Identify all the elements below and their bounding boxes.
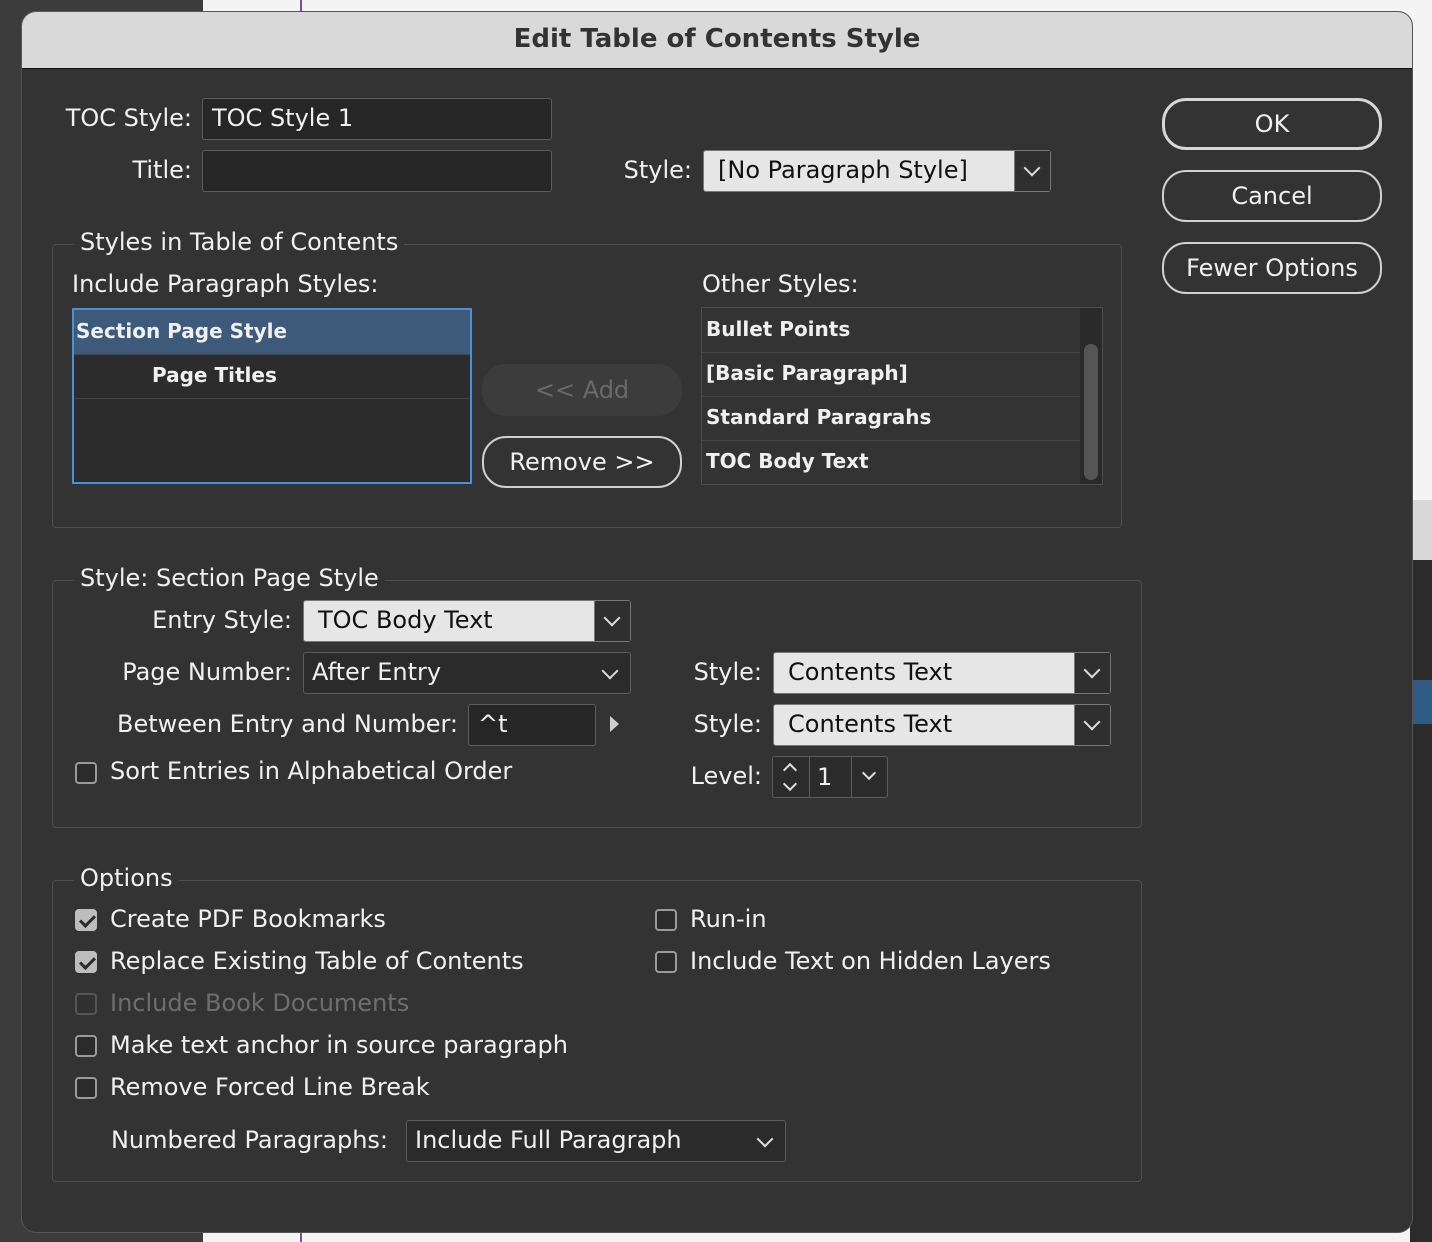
list-item[interactable]: Page Titles (74, 354, 470, 399)
include-book-documents-checkbox[interactable] (75, 993, 97, 1015)
level-value: 1 (817, 763, 833, 791)
cancel-button[interactable]: Cancel (1162, 170, 1382, 222)
chevron-down-icon (594, 601, 630, 641)
include-paragraph-styles-label: Include Paragraph Styles: (72, 270, 379, 298)
page-number-style-label: Style: (693, 658, 762, 686)
styles-in-toc-legend: Styles in Table of Contents (74, 228, 405, 256)
scrollbar-thumb[interactable] (1084, 344, 1098, 480)
level-stepper[interactable]: 1 (772, 756, 888, 798)
include-hidden-layers-label: Include Text on Hidden Layers (690, 947, 1051, 975)
entry-style-label: Entry Style: (152, 606, 292, 634)
numbered-paragraphs-label: Numbered Paragraphs: (110, 1126, 388, 1154)
add-button[interactable]: << Add (482, 364, 682, 416)
toc-style-input[interactable]: TOC Style 1 (202, 98, 552, 140)
include-styles-list[interactable]: Section Page Style Page Titles (72, 308, 472, 484)
toc-style-label: TOC Style: (65, 104, 192, 132)
entry-style-value: TOC Body Text (318, 606, 493, 634)
level-dropdown[interactable] (851, 757, 888, 797)
include-book-documents-label: Include Book Documents (110, 989, 410, 1017)
numbered-paragraphs-select[interactable]: Include Full Paragraph (406, 1120, 786, 1162)
background-strip (1410, 500, 1432, 560)
between-entry-number-label: Between Entry and Number: (117, 710, 458, 738)
title-label: Title: (132, 156, 192, 184)
other-styles-list[interactable]: Bullet Points [Basic Paragraph] Standard… (701, 307, 1103, 485)
dialog-title: Edit Table of Contents Style (22, 12, 1412, 69)
background-strip (1410, 560, 1432, 1242)
run-in-checkbox[interactable] (655, 909, 677, 931)
ok-button[interactable]: OK (1162, 98, 1382, 150)
replace-existing-toc-label: Replace Existing Table of Contents (110, 947, 524, 975)
chevron-down-icon (1074, 705, 1110, 745)
chevron-down-icon (756, 1130, 774, 1148)
options-legend: Options (74, 864, 179, 892)
run-in-label: Run-in (690, 905, 767, 933)
chevron-down-icon (601, 662, 619, 680)
remove-forced-line-break-checkbox[interactable] (75, 1077, 97, 1099)
list-item[interactable]: Bullet Points (702, 308, 1080, 353)
background-strip (1410, 680, 1432, 724)
between-entry-number-input[interactable]: ^t (468, 704, 596, 746)
make-text-anchor-checkbox[interactable] (75, 1035, 97, 1057)
create-pdf-bookmarks-label: Create PDF Bookmarks (110, 905, 386, 933)
list-item[interactable]: TOC Body Text (702, 440, 1080, 484)
title-style-label: Style: (623, 156, 692, 184)
chevron-down-icon[interactable] (782, 776, 798, 792)
page-number-style-value: Contents Text (788, 658, 953, 686)
sort-alphabetical-checkbox[interactable] (75, 762, 97, 784)
other-styles-label: Other Styles: (702, 270, 859, 298)
page-number-value: After Entry (312, 658, 442, 686)
title-input[interactable] (202, 150, 552, 192)
make-text-anchor-label: Make text anchor in source paragraph (110, 1031, 568, 1059)
chevron-down-icon (1074, 653, 1110, 693)
list-item[interactable]: Standard Paragrahs (702, 396, 1080, 441)
special-characters-menu-icon[interactable] (610, 716, 619, 732)
include-hidden-layers-checkbox[interactable] (655, 951, 677, 973)
between-style-select[interactable]: Contents Text (773, 704, 1111, 746)
title-style-value: [No Paragraph Style] (718, 156, 968, 184)
between-style-label: Style: (693, 710, 762, 738)
entry-style-legend: Style: Section Page Style (74, 564, 385, 592)
chevron-down-icon (1014, 151, 1050, 191)
level-label: Level: (690, 762, 762, 790)
remove-forced-line-break-label: Remove Forced Line Break (110, 1073, 430, 1101)
page-number-select[interactable]: After Entry (303, 652, 631, 694)
sort-alphabetical-label: Sort Entries in Alphabetical Order (110, 757, 513, 785)
page-number-label: Page Number: (122, 658, 292, 686)
between-style-value: Contents Text (788, 710, 953, 738)
remove-button[interactable]: Remove >> (482, 436, 682, 488)
list-item[interactable]: [Basic Paragraph] (702, 352, 1080, 397)
chevron-up-icon[interactable] (782, 762, 798, 778)
numbered-paragraphs-value: Include Full Paragraph (415, 1126, 682, 1154)
create-pdf-bookmarks-checkbox[interactable] (75, 909, 97, 931)
fewer-options-button[interactable]: Fewer Options (1162, 242, 1382, 294)
edit-toc-style-dialog: Edit Table of Contents Style TOC Style: … (22, 12, 1412, 1232)
replace-existing-toc-checkbox[interactable] (75, 951, 97, 973)
entry-style-select[interactable]: TOC Body Text (303, 600, 631, 642)
page-number-style-select[interactable]: Contents Text (773, 652, 1111, 694)
chevron-down-icon (861, 765, 877, 781)
level-stepper-arrows[interactable] (773, 757, 810, 797)
title-style-select[interactable]: [No Paragraph Style] (703, 150, 1051, 192)
list-item[interactable]: Section Page Style (74, 310, 470, 355)
